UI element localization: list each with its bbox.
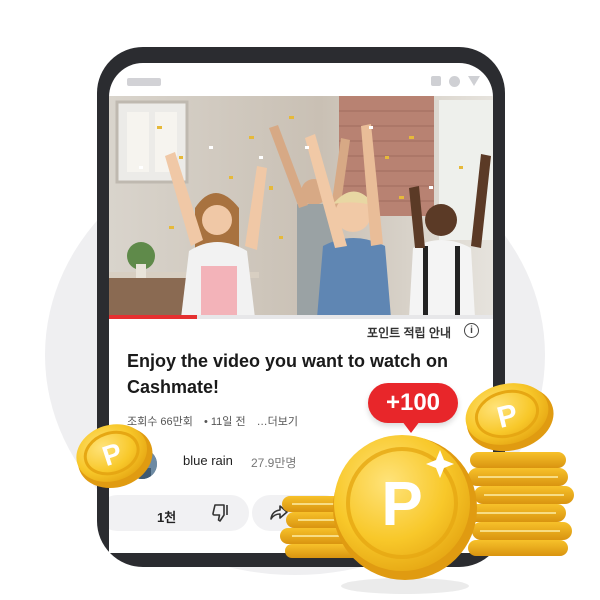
video-meta: 조회수 66만회 • 11일 전 …더보기: [127, 413, 306, 429]
back-icon: [468, 76, 480, 86]
thumbs-down-icon[interactable]: [209, 501, 233, 525]
subscriber-count: 27.9만명: [251, 456, 297, 470]
home-icon: [449, 76, 460, 87]
points-guide-link[interactable]: 포인트 적립 안내: [367, 324, 451, 341]
share-pill[interactable]: [252, 495, 342, 531]
info-icon[interactable]: i: [464, 323, 479, 338]
channel-avatar[interactable]: [127, 449, 157, 479]
view-count: 조회수 66만회: [127, 416, 193, 428]
status-bar: [109, 63, 493, 95]
video-progress-bar[interactable]: [109, 315, 493, 319]
video-player[interactable]: [109, 96, 493, 318]
phone-screen: 포인트 적립 안내 i Enjoy the video you want to …: [109, 63, 493, 553]
reward-badge: +100: [368, 383, 458, 423]
share-icon: [270, 505, 288, 520]
video-progress-fill: [109, 315, 198, 319]
video-thumbnail: [109, 96, 493, 318]
upload-age: • 11일 전: [203, 416, 246, 428]
recent-apps-icon: [431, 76, 441, 86]
like-count[interactable]: 1천: [157, 507, 176, 526]
more-button[interactable]: …더보기: [257, 416, 298, 428]
reward-badge-tail: [402, 421, 420, 433]
avatar-image: [127, 449, 157, 479]
channel-name[interactable]: blue rain: [183, 453, 233, 468]
status-bar-placeholder: [127, 78, 161, 86]
